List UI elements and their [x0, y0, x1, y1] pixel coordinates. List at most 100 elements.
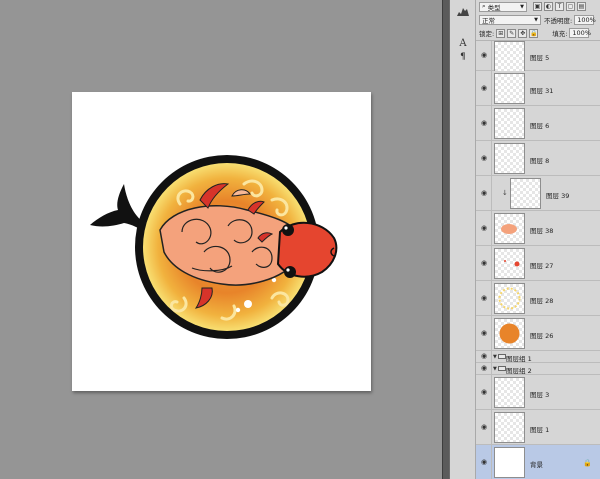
layer-group-row[interactable]: ◉ ▼ 图层组 1 [476, 351, 600, 363]
folder-icon [498, 354, 506, 359]
blend-opacity-row: 正常 ▼ 不透明度: 100% [476, 13, 600, 26]
eye-column-divider [491, 316, 492, 350]
fish-eye-top [282, 224, 294, 236]
fill-input[interactable]: 100% [569, 28, 591, 38]
layer-name: 图层 26 [530, 331, 554, 340]
lock-transparent-icon[interactable]: ⊞ [496, 28, 506, 38]
fish-bowl-artwork [90, 155, 338, 339]
layer-row[interactable]: ◉ 图层 8 [476, 141, 600, 176]
document-canvas[interactable] [72, 92, 371, 391]
eye-column-divider [491, 281, 492, 315]
filter-type-icon[interactable]: T [555, 2, 564, 11]
layer-row[interactable]: ◉ 图层 3 [476, 375, 600, 410]
layer-name: 图层 27 [530, 261, 554, 270]
filter-kind-label: 类型 [487, 3, 501, 12]
group-expand-icon[interactable]: ▼ [493, 366, 497, 372]
layer-row[interactable]: ◉ 图层 26 [476, 316, 600, 351]
filter-shape-icon[interactable]: ▢ [566, 2, 575, 11]
layer-row[interactable]: ◉ 图层 5 [476, 40, 600, 72]
layer-thumbnail [494, 283, 525, 314]
layer-thumbnail [494, 248, 525, 279]
visibility-eye-icon[interactable]: ◉ [479, 423, 489, 431]
layer-thumbnail [494, 143, 525, 174]
lock-brush-icon[interactable]: ✎ [507, 28, 517, 38]
group-expand-icon[interactable]: ▼ [493, 354, 497, 360]
visibility-eye-icon[interactable]: ◉ [479, 458, 489, 466]
visibility-eye-icon[interactable]: ◉ [479, 388, 489, 396]
canvas-workspace[interactable] [0, 0, 442, 479]
layer-name: 图层 28 [530, 296, 554, 305]
layer-name: 图层 39 [546, 191, 570, 200]
character-icon[interactable]: A [456, 36, 470, 50]
visibility-eye-icon[interactable]: ◉ [479, 51, 489, 59]
panel-tools-column: A ¶ [450, 0, 476, 479]
eye-column-divider [491, 375, 492, 409]
layer-thumbnail [510, 178, 541, 209]
eye-column-divider [491, 176, 492, 210]
layer-thumbnail [494, 412, 525, 443]
layer-name: 图层组 2 [506, 367, 532, 375]
layer-thumbnail [494, 377, 525, 408]
filter-adjustment-icon[interactable]: ◐ [544, 2, 553, 11]
layers-list: ◉ 图层 5 ◉ 图层 31 ◉ 图层 6 ◉ 图层 8 ◉ ↓ 图层 39 ◉ 图层 38 ◉ 图层 27… [476, 40, 600, 479]
layer-name: 背景 [530, 460, 543, 469]
layer-name: 图层组 1 [506, 355, 532, 363]
eye-column-divider [491, 211, 492, 245]
search-icon: ⌕ [482, 2, 486, 10]
chevron-down-icon: ▼ [520, 3, 524, 10]
filter-pixel-icon[interactable]: ▣ [533, 2, 542, 11]
filter-smart-icon[interactable]: ▤ [577, 2, 586, 11]
layer-filter-row: ⌕ 类型 ▼ ▣ ◐ T ▢ ▤ [476, 0, 600, 13]
layer-row[interactable]: ◉ ↓ 图层 39 [476, 176, 600, 211]
layer-thumbnail [494, 318, 525, 349]
blend-mode-select[interactable]: 正常 ▼ [479, 14, 541, 25]
opacity-label: 不透明度: [544, 16, 573, 25]
visibility-eye-icon[interactable]: ◉ [479, 352, 489, 360]
layer-name: 图层 1 [530, 425, 550, 434]
eye-column-divider [491, 351, 492, 362]
filter-kind-select[interactable]: ⌕ 类型 ▼ [479, 1, 527, 12]
visibility-eye-icon[interactable]: ◉ [479, 294, 489, 302]
layer-row[interactable]: ◉ 图层 27 [476, 246, 600, 281]
opacity-input[interactable]: 100% [574, 14, 596, 25]
visibility-eye-icon[interactable]: ◉ [479, 224, 489, 232]
lock-fill-row: 锁定: ⊞ ✎ ✥ 🔒 填充: 100% [476, 26, 600, 41]
visibility-eye-icon[interactable]: ◉ [479, 364, 489, 372]
layer-group-row[interactable]: ◉ ▼ 图层组 2 [476, 363, 600, 375]
eye-column-divider [491, 106, 492, 140]
layer-row[interactable]: ◉ 图层 38 [476, 211, 600, 246]
fill-value: 100% [572, 29, 591, 37]
visibility-eye-icon[interactable]: ◉ [479, 119, 489, 127]
fish-eye-bottom [284, 266, 296, 278]
histogram-icon[interactable] [456, 4, 470, 18]
lock-label: 锁定: [479, 30, 495, 38]
layer-thumbnail [494, 73, 525, 104]
layer-row[interactable]: ◉ 图层 6 [476, 106, 600, 141]
visibility-eye-icon[interactable]: ◉ [479, 329, 489, 337]
layer-name: 图层 8 [530, 156, 550, 165]
lock-icon: 🔒 [583, 458, 592, 467]
panel-divider[interactable] [442, 0, 450, 479]
eye-column-divider [491, 445, 492, 479]
lock-all-icon[interactable]: 🔒 [529, 28, 539, 38]
layer-thumbnail [494, 40, 525, 72]
visibility-eye-icon[interactable]: ◉ [479, 189, 489, 197]
blend-mode-value: 正常 [482, 16, 495, 25]
layer-row[interactable]: ◉ 图层 1 [476, 410, 600, 445]
layer-row[interactable]: ◉ 背景 🔒 [476, 445, 600, 479]
paragraph-icon[interactable]: ¶ [456, 50, 470, 64]
chevron-down-icon: ▼ [534, 16, 538, 23]
layer-thumbnail [494, 447, 525, 478]
visibility-eye-icon[interactable]: ◉ [479, 259, 489, 267]
layer-row[interactable]: ◉ 图层 28 [476, 281, 600, 316]
eye-column-divider [491, 71, 492, 105]
opacity-value: 100% [577, 15, 596, 24]
lock-move-icon[interactable]: ✥ [518, 28, 528, 38]
eye-column-divider [491, 141, 492, 175]
layer-row[interactable]: ◉ 图层 31 [476, 71, 600, 106]
layer-name: 图层 6 [530, 121, 550, 130]
visibility-eye-icon[interactable]: ◉ [479, 154, 489, 162]
layer-name: 图层 3 [530, 390, 550, 399]
visibility-eye-icon[interactable]: ◉ [479, 84, 489, 92]
eye-column-divider [491, 41, 492, 70]
